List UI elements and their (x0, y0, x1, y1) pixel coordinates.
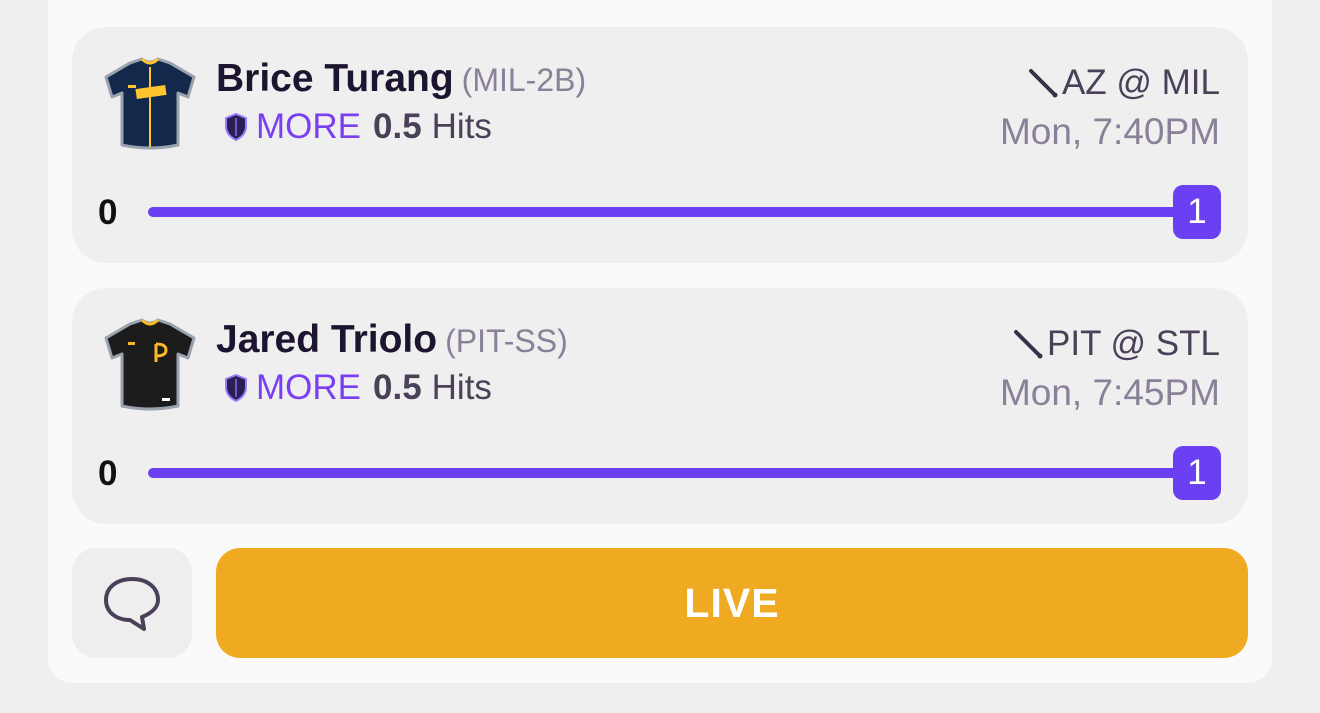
shield-icon (225, 374, 247, 402)
player-position: (MIL-2B) (461, 62, 587, 98)
milwaukee-jersey-icon (104, 57, 196, 150)
baseball-bat-icon (1028, 69, 1058, 98)
pick-card[interactable]: Jared Triolo (PIT-SS) MORE 0.5 Hits PIT @… (72, 288, 1248, 524)
player-heading: Jared Triolo (PIT-SS) (216, 318, 568, 362)
chat-bubble-icon (104, 577, 160, 631)
shield-icon (225, 113, 247, 141)
chat-button[interactable] (72, 548, 192, 658)
pick-stat: Hits (431, 107, 492, 146)
progress-current: 0 (98, 454, 118, 493)
player-name: Jared Triolo (216, 318, 438, 361)
pick-line: MORE 0.5 Hits (224, 368, 492, 408)
pick-line-value: 0.5 (373, 107, 422, 146)
game-time: Mon, 7:45PM (999, 372, 1220, 413)
pick-line: MORE 0.5 Hits (224, 107, 492, 147)
player-position: (PIT-SS) (445, 323, 568, 359)
pick-card[interactable]: Brice Turang (MIL-2B) MORE 0.5 Hits AZ @ … (72, 27, 1248, 263)
game-time: Mon, 7:40PM (999, 111, 1220, 152)
pick-direction: MORE (256, 107, 361, 146)
baseball-bat-icon (1014, 330, 1043, 359)
matchup: PIT @ STL (1047, 324, 1220, 363)
player-name: Brice Turang (216, 57, 454, 100)
pick-stat: Hits (431, 368, 492, 407)
matchup: AZ @ MIL (1061, 63, 1220, 102)
progress-bar (148, 207, 1198, 217)
player-heading: Brice Turang (MIL-2B) (216, 57, 586, 101)
progress-target: 1 (1173, 446, 1221, 500)
game-info: PIT @ STL Mon, 7:45PM (1000, 324, 1220, 414)
live-button[interactable]: LIVE (216, 548, 1248, 658)
progress-current: 0 (98, 193, 118, 232)
game-info: AZ @ MIL Mon, 7:40PM (1000, 63, 1220, 153)
progress-target: 1 (1173, 185, 1221, 239)
pick-line-value: 0.5 (373, 368, 422, 407)
pittsburgh-jersey-icon (104, 318, 196, 411)
pick-direction: MORE (256, 368, 361, 407)
progress-bar (148, 468, 1198, 478)
